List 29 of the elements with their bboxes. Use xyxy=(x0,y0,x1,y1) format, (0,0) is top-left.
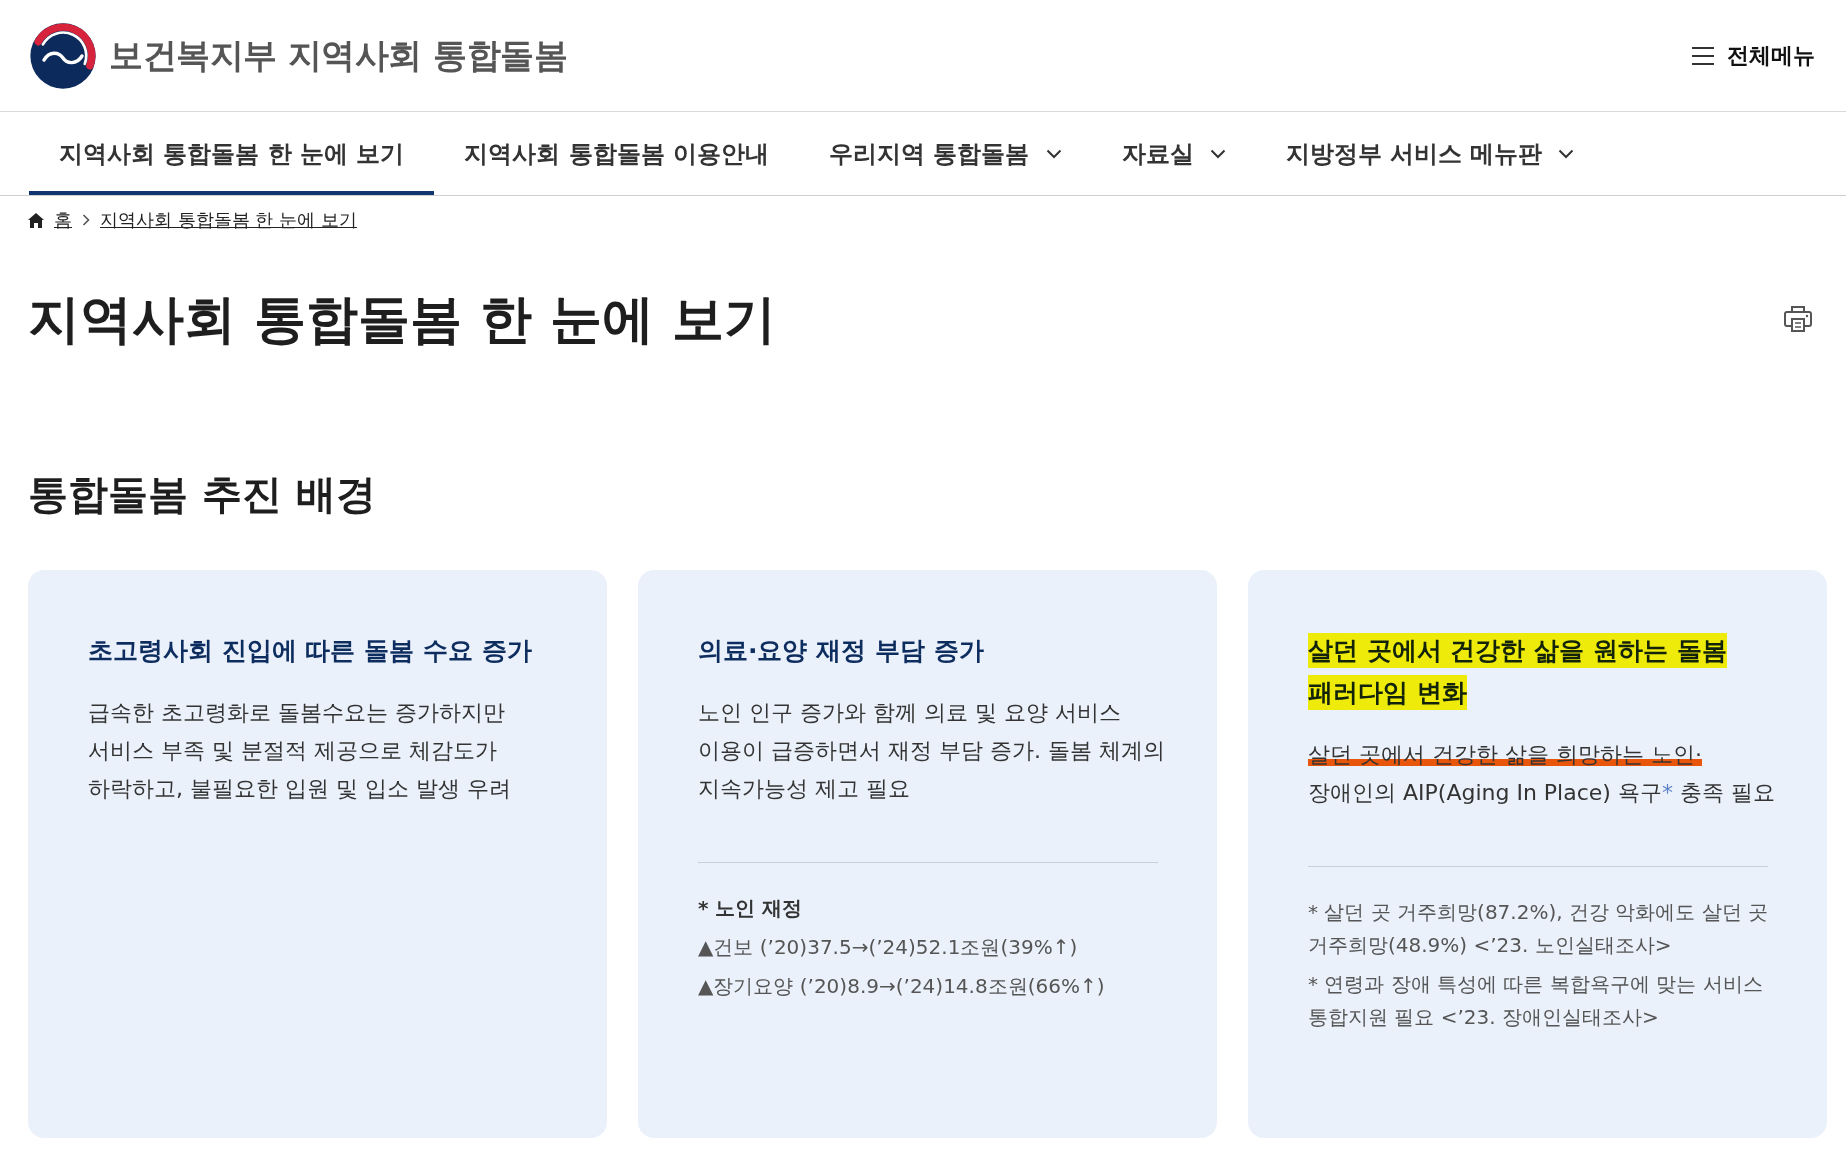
card-text: 노인 인구 증가와 함께 의료 및 요양 서비스 이용이 급증하면서 재정 부담 증가. 돌봄 체계의 지속가능성 제고 필요 xyxy=(698,699,1166,803)
footnote-text: ▲건보 (’20)37.5→(’24)52.1조원(39%↑) xyxy=(698,934,1079,961)
nav-tab[interactable]: 자료실 xyxy=(1091,112,1256,195)
footnote-text: * 연령과 장애 특성에 따른 복합욕구에 맞는 서비스 통합지원 필요 <’23. 장애인실태조사> xyxy=(1308,971,1764,1031)
section-heading: 통합돌봄 추진 배경 xyxy=(28,470,377,518)
footnote-heading: * 노인 재정 xyxy=(698,895,804,922)
swirl-emblem-icon xyxy=(29,21,97,90)
nav-tab[interactable]: 우리지역 통합돌봄 xyxy=(799,112,1092,195)
footnote-text: * 살던 곳 거주희망(87.2%), 건강 악화에도 살던 곳 거주희망(48.9%) <’23. 노인실태조사> xyxy=(1308,899,1769,959)
page-title: 지역사회 통합돌봄 한 눈에 보기 xyxy=(28,288,777,350)
chevron-down-icon xyxy=(1045,148,1062,159)
menu-button[interactable]: 전체메뉴 xyxy=(1691,36,1815,75)
footnote-text: ▲장기요양 (’20)8.9→(’24)14.8조원(66%↑) xyxy=(698,973,1106,1000)
nav-tab[interactable]: 지방정부 서비스 메뉴판 xyxy=(1255,112,1605,195)
menu-icon xyxy=(1691,45,1715,66)
nav-tab[interactable]: 지역사회 통합돌봄 한 눈에 보기 xyxy=(29,112,435,195)
nav-tab[interactable]: 지역사회 통합돌봄 이용안내 xyxy=(434,112,800,195)
card-text: 급속한 초고령화로 돌봄수요는 증가하지만 서비스 부족 및 분절적 제공으로 체감도가 하락하고, 불필요한 입원 및 입소 발생 우려 xyxy=(88,699,512,803)
card-title: 의료·요양 재정 부담 증가 xyxy=(698,635,985,667)
breadcrumb-link[interactable]: 지역사회 통합돌봄 한 눈에 보기 xyxy=(100,208,357,232)
chevron-right-icon xyxy=(82,214,90,226)
home-logo-link[interactable]: 보건복지부 지역사회 통합돌봄 xyxy=(29,21,568,90)
print-button[interactable] xyxy=(1783,305,1813,333)
chevron-down-icon xyxy=(1558,148,1575,159)
home-icon xyxy=(28,212,44,228)
breadcrumb-link[interactable]: 홈 xyxy=(54,208,72,232)
chevron-down-icon xyxy=(1209,148,1226,159)
printer-icon xyxy=(1783,305,1813,333)
card-title: 초고령사회 진입에 따른 돌봄 수요 증가 xyxy=(88,635,533,667)
